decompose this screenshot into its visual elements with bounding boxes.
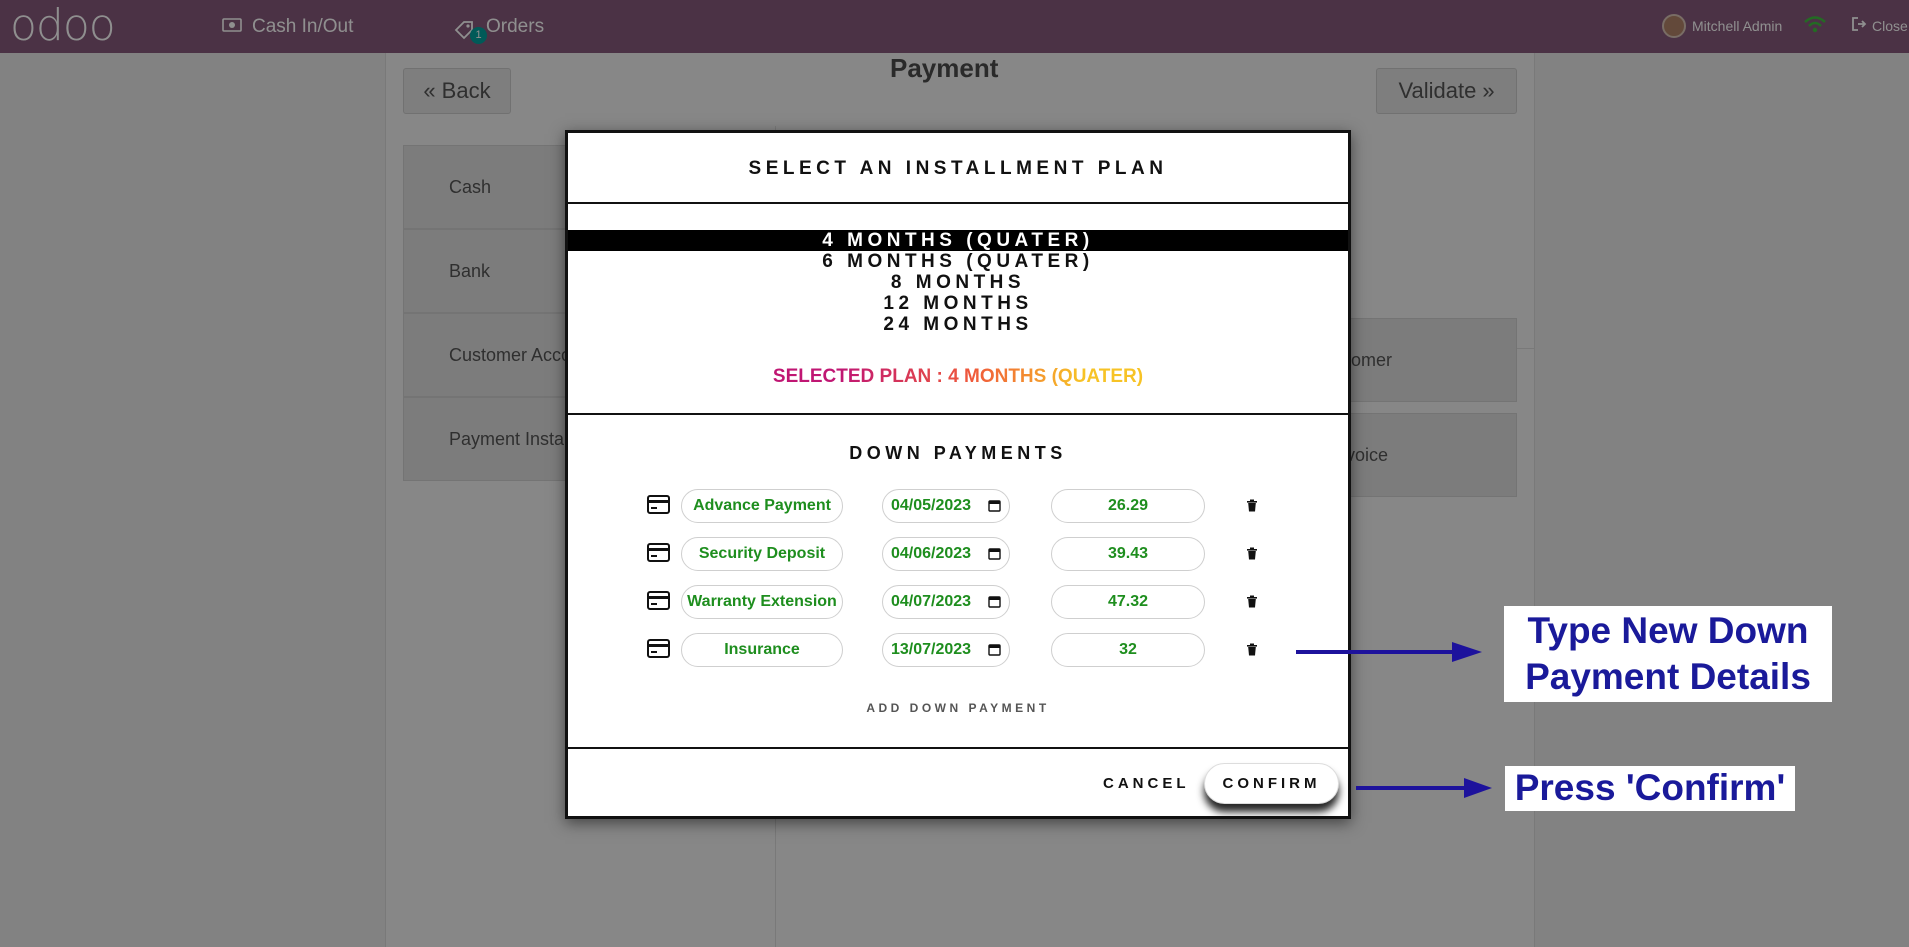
selected-plan-text: SELECTED PLAN : 4 MONTHS (QUATER) — [568, 365, 1348, 389]
credit-card-icon — [647, 495, 670, 514]
plan-option[interactable]: 24 MONTHS — [568, 314, 1348, 335]
down-payment-row: Security Deposit 04/06/2023 39.43 — [568, 537, 1348, 571]
trash-icon[interactable] — [1246, 499, 1258, 512]
credit-card-icon — [647, 591, 670, 610]
down-payments-title: DOWN PAYMENTS — [849, 443, 1067, 463]
down-payment-date-value: 13/07/2023 — [891, 641, 972, 658]
plan-option[interactable]: 4 MONTHS (QUATER) — [568, 230, 1348, 251]
annotation-arrow-icon — [1356, 778, 1492, 798]
down-payment-amount-input[interactable]: 32 — [1051, 633, 1205, 667]
annotation-line: Payment Details — [1525, 656, 1811, 697]
down-payment-name-input[interactable]: Warranty Extension — [681, 585, 843, 619]
down-payment-amount-input[interactable]: 39.43 — [1051, 537, 1205, 571]
plan-option[interactable]: 8 MONTHS — [568, 272, 1348, 293]
cancel-button[interactable]: CANCEL — [1103, 775, 1190, 793]
annotation-callout: Press 'Confirm' — [1505, 766, 1795, 811]
calendar-icon[interactable] — [988, 595, 1001, 608]
confirm-button[interactable]: CONFIRM — [1204, 763, 1339, 804]
installment-plan-dialog: SELECT AN INSTALLMENT PLAN 4 MONTHS (QUA… — [565, 130, 1351, 819]
credit-card-icon — [647, 639, 670, 658]
annotation-line: Type New Down — [1527, 610, 1809, 651]
down-payment-date-input[interactable]: 04/06/2023 — [882, 537, 1010, 571]
down-payment-amount-input[interactable]: 26.29 — [1051, 489, 1205, 523]
down-payment-date-input[interactable]: 04/07/2023 — [882, 585, 1010, 619]
down-payment-row: Insurance 13/07/2023 32 — [568, 633, 1348, 667]
down-payment-amount-input[interactable]: 47.32 — [1051, 585, 1205, 619]
credit-card-icon — [647, 543, 670, 562]
calendar-icon[interactable] — [988, 643, 1001, 656]
calendar-icon[interactable] — [988, 499, 1001, 512]
plan-option[interactable]: 6 MONTHS (QUATER) — [568, 251, 1348, 272]
calendar-icon[interactable] — [988, 547, 1001, 560]
trash-icon[interactable] — [1246, 595, 1258, 608]
section-divider — [568, 413, 1348, 415]
down-payment-row: Warranty Extension 04/07/2023 47.32 — [568, 585, 1348, 619]
down-payment-name-input[interactable]: Insurance — [681, 633, 843, 667]
down-payment-date-value: 04/05/2023 — [891, 497, 972, 514]
add-down-payment-button[interactable]: ADD DOWN PAYMENT — [568, 700, 1348, 716]
down-payment-row: Advance Payment 04/05/2023 26.29 — [568, 489, 1348, 523]
down-payment-date-input[interactable]: 13/07/2023 — [882, 633, 1010, 667]
annotation-arrow-icon — [1296, 642, 1482, 662]
down-payment-name-input[interactable]: Advance Payment — [681, 489, 843, 523]
trash-icon[interactable] — [1246, 547, 1258, 560]
down-payment-date-input[interactable]: 04/05/2023 — [882, 489, 1010, 523]
annotation-callout: Type New Down Payment Details — [1504, 606, 1832, 702]
footer-divider — [568, 747, 1348, 749]
down-payment-name-input[interactable]: Security Deposit — [681, 537, 843, 571]
down-payment-date-value: 04/07/2023 — [891, 593, 972, 610]
trash-icon[interactable] — [1246, 643, 1258, 656]
plan-select-list[interactable]: 4 MONTHS (QUATER) 6 MONTHS (QUATER) 8 MO… — [568, 230, 1348, 335]
down-payment-date-value: 04/06/2023 — [891, 545, 972, 562]
dialog-title: SELECT AN INSTALLMENT PLAN — [568, 133, 1348, 204]
plan-option[interactable]: 12 MONTHS — [568, 293, 1348, 314]
